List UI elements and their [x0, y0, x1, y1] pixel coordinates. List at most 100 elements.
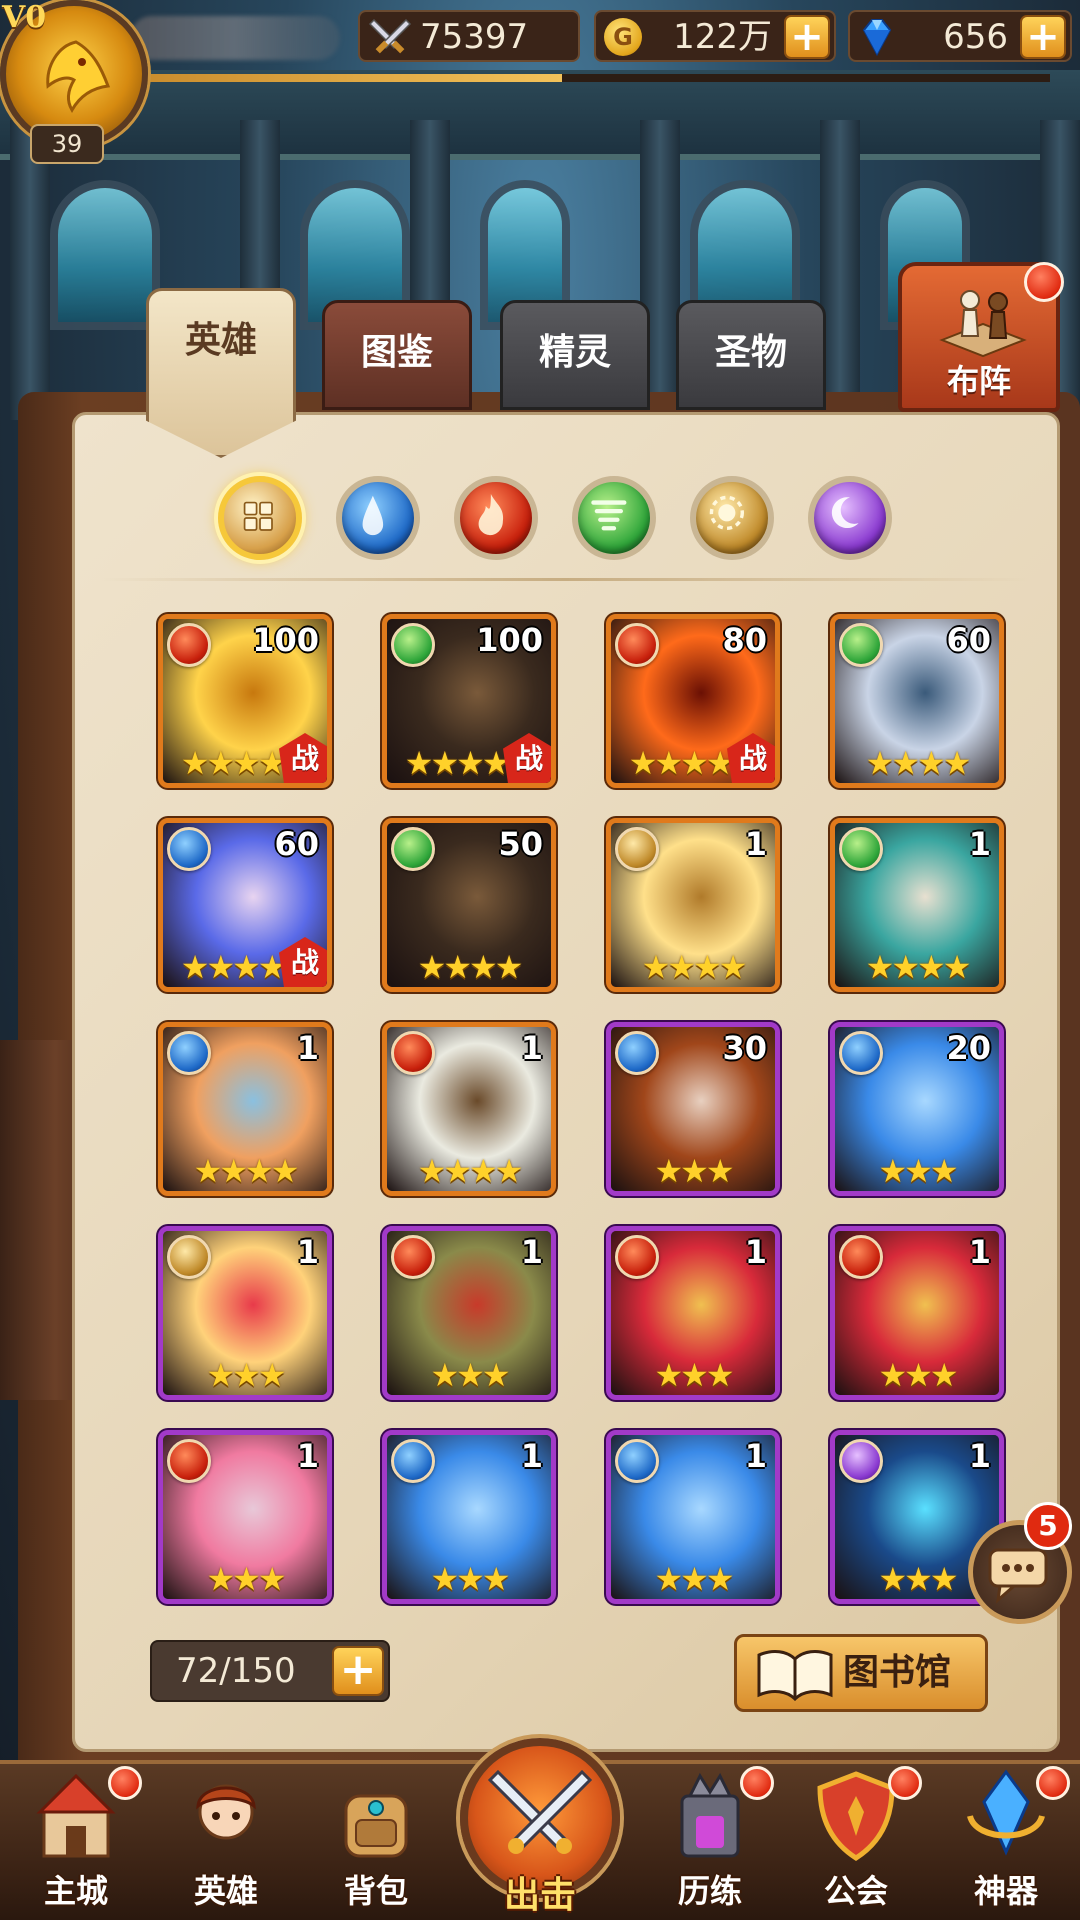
hero-card[interactable]: 50 ★★★★	[382, 818, 556, 992]
sun-icon	[709, 495, 744, 530]
hero-level: 1	[968, 1233, 991, 1271]
tab-spirits[interactable]: 精灵	[500, 300, 650, 410]
hero-level: 50	[498, 825, 543, 863]
hero-stars: ★★★	[878, 1152, 958, 1190]
water-element-icon	[615, 1439, 659, 1483]
hero-card[interactable]: 100 ★★★★★ 战	[158, 614, 332, 788]
wind-element-icon	[839, 827, 883, 871]
nav-battle-button[interactable]: 出击	[460, 1738, 620, 1918]
vip-level: V0	[2, 0, 47, 35]
hero-card[interactable]: 1 ★★★★	[830, 818, 1004, 992]
guild-notification-dot	[888, 1766, 922, 1800]
hero-card[interactable]: 1 ★★★★	[606, 818, 780, 992]
hero-card[interactable]: 1 ★★★	[382, 1226, 556, 1400]
flame-icon	[478, 494, 504, 536]
hero-stars: ★★★★	[865, 948, 972, 986]
filter-all-button[interactable]	[218, 476, 302, 560]
wind-element-icon	[839, 623, 883, 667]
filter-wind-button[interactable]	[572, 476, 656, 560]
fire-element-icon	[615, 623, 659, 667]
filter-dark-button[interactable]	[808, 476, 892, 560]
hero-level: 1	[520, 1029, 543, 1067]
hero-level: 1	[296, 1029, 319, 1067]
hero-stars: ★★★★	[193, 1152, 300, 1190]
nav-heroes-label: 英雄	[193, 1872, 258, 1910]
hero-level: 1	[744, 1233, 767, 1271]
window-arch	[50, 180, 160, 330]
water-element-icon	[167, 1031, 211, 1075]
hero-card[interactable]: 80 ★★★★★ 战	[606, 614, 780, 788]
hero-card[interactable]: 60 ★★★★★ 战	[158, 818, 332, 992]
hero-card[interactable]: 100 ★★★★★ 战	[382, 614, 556, 788]
hero-level: 100	[252, 621, 319, 659]
nav-artifact-label: 神器	[973, 1872, 1038, 1910]
experience-bar	[130, 74, 1050, 82]
hero-level: 100	[476, 621, 543, 659]
hero-card[interactable]: 1 ★★★	[158, 1226, 332, 1400]
hero-card[interactable]: 30 ★★★	[606, 1022, 780, 1196]
wind-element-icon	[391, 623, 435, 667]
add-gold-button[interactable]: +	[784, 15, 830, 59]
expand-capacity-button[interactable]: +	[332, 1646, 384, 1696]
tab-encyclopedia[interactable]: 图鉴	[322, 300, 472, 410]
hero-level: 1	[520, 1437, 543, 1475]
tornado-icon	[591, 500, 627, 531]
hero-card[interactable]: 1 ★★★	[830, 1226, 1004, 1400]
ceiling	[0, 70, 1080, 160]
player-name-blurred	[130, 16, 340, 60]
chat-unread-badge: 5	[1024, 1502, 1072, 1550]
dark-element-icon	[839, 1439, 883, 1483]
hero-card[interactable]: 60 ★★★★	[830, 614, 1004, 788]
combat-power-value: 75397	[420, 17, 529, 57]
light-element-icon	[615, 827, 659, 871]
hero-stars: ★★★	[430, 1560, 510, 1598]
light-element-icon	[167, 1235, 211, 1279]
gold-value: 122万	[673, 17, 772, 57]
filter-fire-button[interactable]	[454, 476, 538, 560]
filter-light-button[interactable]	[690, 476, 774, 560]
nav-backpack[interactable]: 背包	[306, 1766, 446, 1916]
hero-stars: ★★★	[654, 1356, 734, 1394]
player-level: 39	[30, 124, 104, 164]
tab-encyclopedia-label: 图鉴	[360, 332, 433, 373]
hero-level: 1	[968, 1437, 991, 1475]
fire-element-icon	[839, 1235, 883, 1279]
hero-level: 80	[722, 621, 767, 659]
formation-notification-dot	[1024, 262, 1064, 302]
hero-card[interactable]: 1 ★★★★	[158, 1022, 332, 1196]
nav-heroes[interactable]: 英雄	[156, 1766, 296, 1916]
hero-level: 1	[744, 825, 767, 863]
hero-card[interactable]: 1 ★★★	[606, 1430, 780, 1604]
formation-label: 布阵	[946, 362, 1011, 400]
fire-element-icon	[615, 1235, 659, 1279]
add-gems-button[interactable]: +	[1020, 15, 1066, 59]
hero-level: 1	[968, 825, 991, 863]
top-bar: 75397 G 122万 + 656 +	[0, 0, 1080, 82]
wind-element-icon	[391, 827, 435, 871]
hero-card[interactable]: 1 ★★★	[158, 1430, 332, 1604]
nav-battle-label: 出击	[503, 1875, 576, 1916]
hero-level: 60	[946, 621, 991, 659]
hero-level: 60	[274, 825, 319, 863]
hero-card[interactable]: 1 ★★★	[606, 1226, 780, 1400]
water-element-icon	[167, 827, 211, 871]
library-button[interactable]: 图书馆	[734, 1634, 988, 1712]
chess-pieces-icon	[939, 290, 1027, 358]
tab-relics[interactable]: 圣物	[676, 300, 826, 410]
hero-card[interactable]: 1 ★★★★	[382, 1022, 556, 1196]
hero-card[interactable]: 1 ★★★	[382, 1430, 556, 1604]
hero-stars: ★★★	[206, 1356, 286, 1394]
fire-element-icon	[167, 1439, 211, 1483]
diamond-icon	[862, 19, 892, 57]
hero-stars: ★★★★	[417, 1152, 524, 1190]
hero-stars: ★★★★	[865, 744, 972, 782]
gold-counter: G 122万 +	[594, 10, 836, 62]
hero-card[interactable]: 20 ★★★	[830, 1022, 1004, 1196]
hero-icon	[196, 1784, 256, 1840]
hero-level: 20	[946, 1029, 991, 1067]
hero-stars: ★★★	[206, 1560, 286, 1598]
tab-relics-label: 圣物	[714, 332, 787, 373]
water-element-icon	[839, 1031, 883, 1075]
hero-stars: ★★★	[878, 1356, 958, 1394]
filter-water-button[interactable]	[336, 476, 420, 560]
